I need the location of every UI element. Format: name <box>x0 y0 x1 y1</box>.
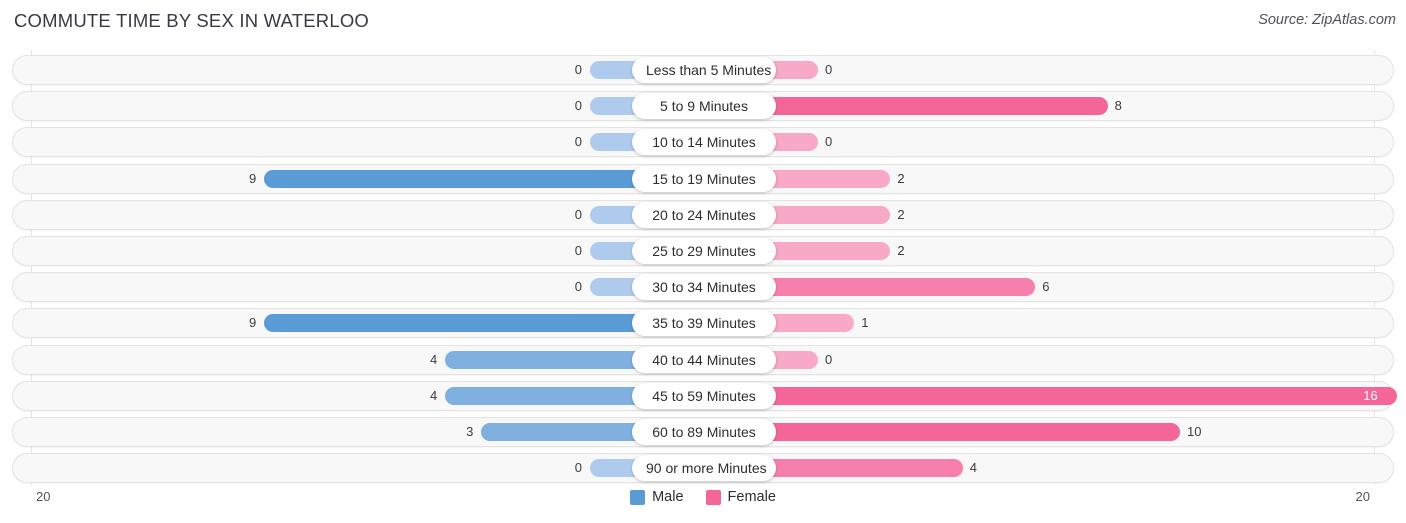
bar-male[interactable] <box>264 314 638 333</box>
chart-legend: Male Female <box>0 489 1406 505</box>
bar-value-male: 0 <box>574 460 582 476</box>
bar-male[interactable] <box>445 350 638 369</box>
table-row[interactable]: 9 1 35 to 39 Minutes <box>12 308 1394 339</box>
bar-male[interactable] <box>590 133 638 152</box>
category-label-pill[interactable]: 5 to 9 Minutes <box>632 93 776 120</box>
bar-male[interactable] <box>590 97 638 116</box>
category-label-pill[interactable]: 90 or more Minutes <box>632 455 776 482</box>
bar-female[interactable] <box>770 205 891 224</box>
bar-value-female: 4 <box>969 460 978 476</box>
row-inner: 9 2 15 to 19 Minutes <box>13 165 1393 193</box>
legend-item-male[interactable]: Male <box>630 489 684 505</box>
row-inner: 0 2 25 to 29 Minutes <box>13 237 1393 265</box>
bar-female[interactable] <box>770 314 855 333</box>
category-label-pill[interactable]: 30 to 34 Minutes <box>632 274 776 301</box>
bar-value-male: 9 <box>248 315 257 331</box>
table-row[interactable]: 4 0 40 to 44 Minutes <box>12 344 1394 375</box>
legend-swatch-icon <box>705 489 721 505</box>
bar-value-male: 0 <box>574 98 582 114</box>
bar-male[interactable] <box>481 423 638 441</box>
bar-value-male: 4 <box>429 387 438 403</box>
row-inner: 0 8 5 to 9 Minutes <box>13 92 1393 120</box>
bar-value-male: 3 <box>466 424 474 439</box>
chart-plot-area: 0 0 Less than 5 Minutes 0 8 5 to 9 Minutes 0 0 1… <box>0 50 1406 485</box>
bar-female[interactable] <box>770 169 891 188</box>
bar-value-female: 0 <box>825 62 833 77</box>
row-inner: 0 6 30 to 34 Minutes <box>13 273 1393 301</box>
bar-value-female: 10 <box>1187 424 1202 439</box>
bar-value-female: 6 <box>1042 279 1050 295</box>
bar-value-male: 0 <box>574 279 582 295</box>
bar-value-female: 2 <box>897 243 905 258</box>
bar-female[interactable] <box>770 133 818 152</box>
bar-female[interactable] <box>770 459 963 478</box>
bar-female[interactable] <box>770 61 818 79</box>
row-inner: 0 2 20 to 24 Minutes <box>13 201 1393 229</box>
category-label-pill[interactable]: 10 to 14 Minutes <box>632 129 776 156</box>
category-label-pill[interactable]: 15 to 19 Minutes <box>632 165 776 192</box>
bar-male[interactable] <box>590 61 638 79</box>
bar-female[interactable] <box>770 97 1108 116</box>
bar-male[interactable] <box>445 386 638 405</box>
bar-value-male: 9 <box>248 170 257 186</box>
category-label-pill[interactable]: 25 to 29 Minutes <box>632 238 776 264</box>
category-label-pill[interactable]: 60 to 89 Minutes <box>632 419 776 445</box>
legend-swatch-icon <box>630 489 646 505</box>
bar-female[interactable] <box>770 278 1036 297</box>
bar-value-female: 2 <box>897 206 905 222</box>
bar-value-male: 0 <box>574 134 582 150</box>
bar-value-male: 0 <box>574 62 582 77</box>
bar-value-female: 16 <box>1363 387 1378 403</box>
legend-item-female[interactable]: Female <box>705 489 776 505</box>
source-attribution: Source: ZipAtlas.com <box>1258 12 1396 28</box>
table-row[interactable]: 0 0 Less than 5 Minutes <box>12 55 1394 85</box>
bar-female[interactable] <box>770 350 818 369</box>
row-inner: 4 0 40 to 44 Minutes <box>13 346 1393 374</box>
row-inner: 3 10 60 to 89 Minutes <box>13 418 1393 446</box>
table-row[interactable]: 0 4 90 or more Minutes <box>12 453 1394 484</box>
bar-value-female: 0 <box>825 351 833 367</box>
table-row[interactable]: 4 16 45 to 59 Minutes <box>12 380 1398 411</box>
category-label-pill[interactable]: 45 to 59 Minutes <box>632 382 776 409</box>
bar-value-male: 0 <box>574 243 582 258</box>
bar-female[interactable] <box>770 242 891 260</box>
table-row[interactable]: 0 8 5 to 9 Minutes <box>12 91 1394 122</box>
row-inner: 9 1 35 to 39 Minutes <box>13 309 1393 337</box>
bar-value-female: 2 <box>897 170 905 186</box>
legend-label: Male <box>652 489 684 505</box>
chart-header: COMMUTE TIME BY SEX IN WATERLOO Source: … <box>0 0 1406 46</box>
bar-male[interactable] <box>264 169 638 188</box>
category-label-pill[interactable]: 40 to 44 Minutes <box>632 346 776 373</box>
bar-value-female: 0 <box>825 134 833 150</box>
table-row[interactable]: 0 2 20 to 24 Minutes <box>12 199 1394 230</box>
row-inner: 0 0 Less than 5 Minutes <box>13 56 1393 84</box>
bar-male[interactable] <box>590 242 638 260</box>
table-row[interactable]: 9 2 15 to 19 Minutes <box>12 163 1394 194</box>
chart-footer: 20 20 Male Female <box>0 486 1406 523</box>
page-title: COMMUTE TIME BY SEX IN WATERLOO <box>14 10 369 31</box>
bar-value-male: 4 <box>429 351 438 367</box>
row-inner: 4 16 45 to 59 Minutes <box>13 382 1398 410</box>
bar-female[interactable] <box>770 423 1180 441</box>
bar-value-male: 0 <box>574 206 582 222</box>
table-row[interactable]: 0 6 30 to 34 Minutes <box>12 272 1394 303</box>
table-row[interactable]: 0 2 25 to 29 Minutes <box>12 236 1394 266</box>
bar-male[interactable] <box>590 278 638 297</box>
row-inner: 0 4 90 or more Minutes <box>13 454 1393 482</box>
bar-value-female: 8 <box>1114 98 1122 114</box>
table-row[interactable]: 3 10 60 to 89 Minutes <box>12 417 1394 447</box>
table-row[interactable]: 0 0 10 to 14 Minutes <box>12 127 1394 158</box>
bar-female[interactable] <box>770 386 1398 405</box>
category-label-pill[interactable]: Less than 5 Minutes <box>632 57 776 83</box>
category-label-pill[interactable]: 35 to 39 Minutes <box>632 310 776 337</box>
bar-male[interactable] <box>590 459 638 478</box>
bar-male[interactable] <box>590 205 638 224</box>
category-label-pill[interactable]: 20 to 24 Minutes <box>632 201 776 228</box>
legend-label: Female <box>727 489 776 505</box>
bar-value-female: 1 <box>861 315 869 331</box>
row-inner: 0 0 10 to 14 Minutes <box>13 128 1393 156</box>
